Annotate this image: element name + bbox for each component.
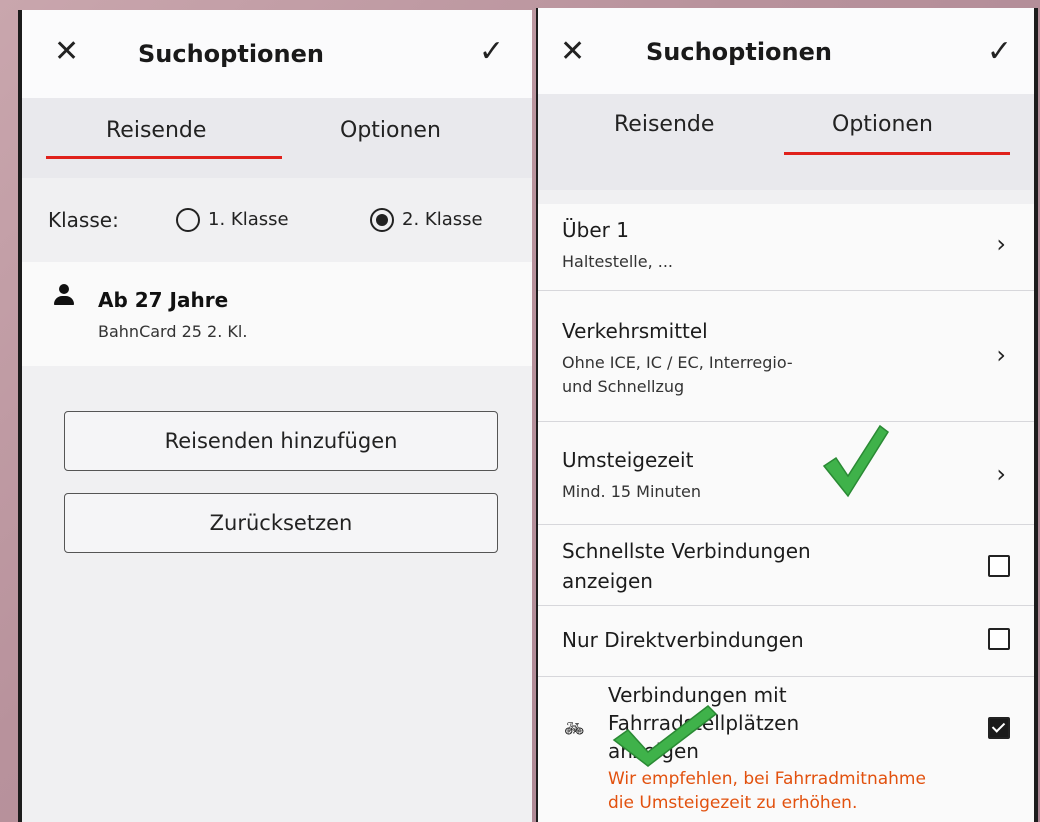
option-title: Über 1 [562, 218, 629, 242]
close-icon[interactable]: ✕ [560, 34, 585, 69]
option-subtitle: Haltestelle, ... [562, 252, 674, 271]
close-icon[interactable]: ✕ [54, 34, 79, 69]
option-title: Umsteigezeit [562, 448, 694, 472]
chevron-right-icon: › [996, 230, 1006, 258]
tab-bar: Reisende Optionen [538, 94, 1034, 190]
tab-reisende[interactable]: Reisende [614, 112, 714, 137]
checkbox-bicycle[interactable] [988, 717, 1010, 739]
warning-line2: die Umsteigezeit zu erhöhen. [608, 793, 858, 813]
person-icon [54, 284, 74, 306]
option-title: Verkehrsmittel [562, 319, 708, 343]
option-transfer-time[interactable]: Umsteigezeit Mind. 15 Minuten › [538, 422, 1034, 525]
check-icon[interactable]: ✓ [987, 34, 1012, 69]
travelers-screen: ✕ Suchoptionen ✓ Reisende Optionen Klass… [18, 10, 532, 822]
tab-optionen[interactable]: Optionen [832, 112, 933, 137]
chevron-right-icon: › [996, 460, 1006, 488]
tab-bar: Reisende Optionen [22, 98, 532, 178]
option-direct-only[interactable]: Nur Direktverbindungen [538, 606, 1034, 677]
radio-first-class[interactable] [176, 208, 200, 232]
traveler-card: BahnCard 25 2. Kl. [98, 322, 248, 341]
chevron-right-icon: › [996, 341, 1006, 369]
option-title: Nur Direktverbindungen [562, 628, 804, 652]
option-title-line1: Schnellste Verbindungen [562, 539, 811, 563]
page-title: Suchoptionen [646, 38, 832, 66]
add-traveler-button[interactable]: Reisenden hinzufügen [64, 411, 498, 471]
page-title: Suchoptionen [138, 40, 324, 68]
radio-second-class[interactable] [370, 208, 394, 232]
tab-reisende[interactable]: Reisende [106, 118, 206, 143]
checkbox-fastest[interactable] [988, 555, 1010, 577]
traveler-age: Ab 27 Jahre [98, 288, 229, 312]
reset-button[interactable]: Zurücksetzen [64, 493, 498, 553]
warning-line1: Wir empfehlen, bei Fahrradmitnahme [608, 769, 926, 789]
option-via[interactable]: Über 1 Haltestelle, ... › [538, 204, 1034, 291]
first-class-label: 1. Klasse [208, 209, 289, 230]
option-subtitle: Mind. 15 Minuten [562, 482, 701, 501]
klasse-label: Klasse: [48, 208, 119, 232]
option-subtitle-line2: und Schnellzug [562, 377, 685, 396]
check-icon[interactable]: ✓ [479, 34, 504, 69]
option-title-line2: anzeigen [562, 569, 653, 593]
checkbox-direct-only[interactable] [988, 628, 1010, 650]
option-subtitle-line1: Ohne ICE, IC / EC, Interregio- [562, 353, 793, 372]
green-checkmark-annotation-icon [822, 424, 890, 498]
bicycle-icon: 🚲︎ [564, 719, 585, 738]
option-transport-modes[interactable]: Verkehrsmittel Ohne ICE, IC / EC, Interr… [538, 291, 1034, 422]
header: ✕ Suchoptionen ✓ [538, 8, 1034, 94]
option-fastest[interactable]: Schnellste Verbindungen anzeigen [538, 525, 1034, 606]
header: ✕ Suchoptionen ✓ [22, 10, 532, 98]
tab-optionen[interactable]: Optionen [340, 118, 441, 143]
traveler-entry[interactable]: Ab 27 Jahre BahnCard 25 2. Kl. [22, 262, 532, 366]
class-selector: Klasse: 1. Klasse 2. Klasse [22, 188, 532, 258]
green-checkmark-annotation-icon [612, 705, 718, 767]
active-tab-indicator [784, 152, 1010, 155]
options-screen: ✕ Suchoptionen ✓ Reisende Optionen Über … [536, 8, 1038, 822]
second-class-label: 2. Klasse [402, 209, 483, 230]
active-tab-indicator [46, 156, 282, 159]
